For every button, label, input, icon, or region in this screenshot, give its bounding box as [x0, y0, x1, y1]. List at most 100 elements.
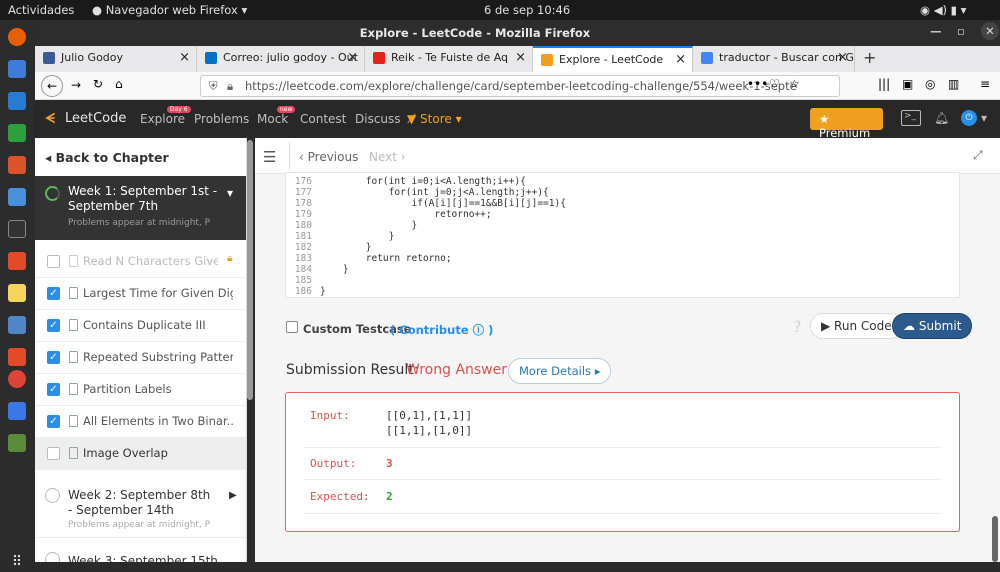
notification-bell-icon[interactable]: 🔔︎	[934, 111, 949, 125]
writer-icon[interactable]	[8, 92, 26, 110]
help-icon[interactable]: ❔	[790, 320, 804, 333]
sidebar-item-contains-duplicate[interactable]: ✓ Contains Duplicate III	[35, 310, 246, 342]
checkbox-checked[interactable]: ✓	[47, 351, 60, 364]
close-tab-icon[interactable]: ×	[837, 50, 848, 65]
nav-mock[interactable]: Mock	[257, 112, 288, 126]
code-line[interactable]: }	[320, 220, 418, 231]
home-icon[interactable]: ⌂	[115, 77, 123, 91]
checkbox[interactable]	[47, 255, 60, 268]
opera-icon[interactable]	[8, 348, 26, 366]
checkbox-checked[interactable]: ✓	[47, 287, 60, 300]
close-window-icon[interactable]: ✕	[981, 22, 999, 40]
impress-icon[interactable]	[8, 156, 26, 174]
code-line[interactable]: }	[320, 264, 349, 275]
activities-button[interactable]: Actividades	[8, 3, 74, 17]
more-details-button[interactable]: More Details ▸	[508, 358, 612, 384]
run-code-button[interactable]: ▶ Run Code	[810, 313, 903, 339]
maximize-icon[interactable]: ▫	[957, 24, 965, 38]
camera-icon[interactable]	[8, 188, 26, 206]
leetcode-brand[interactable]: LeetCode	[65, 111, 126, 126]
code-line[interactable]: for(int i=0;i<A.length;i++){	[320, 176, 526, 187]
page-actions-icon[interactable]: •••	[747, 77, 768, 91]
sidebar-toggle-icon[interactable]: ▣	[902, 77, 913, 91]
premium-button[interactable]: ★ Premium	[810, 108, 883, 140]
close-tab-icon[interactable]: ×	[347, 50, 358, 65]
account-icon[interactable]: ◎	[925, 77, 935, 91]
close-tab-icon[interactable]: ×	[179, 50, 190, 65]
hamburger-menu-icon[interactable]: ☰	[263, 148, 276, 166]
code-line[interactable]: }	[320, 286, 326, 297]
url-bar[interactable]: ⛨ 🔒︎ https://leetcode.com/explore/challe…	[200, 75, 840, 97]
sidebar-item-image-overlap[interactable]: Image Overlap	[35, 438, 246, 470]
back-to-chapter-link[interactable]: ◂ Back to Chapter	[45, 150, 169, 165]
fullscreen-icon[interactable]: ⤢	[973, 148, 983, 163]
tab-julio-godoy[interactable]: Julio Godoy ×	[35, 46, 197, 72]
week3-section[interactable]: Week 3: September 15th	[35, 540, 246, 562]
sidebar-scrollbar[interactable]	[247, 140, 253, 400]
code-line[interactable]: if(A[i][j]==1&&B[i][j]==1){	[320, 198, 566, 209]
bookmark-star-icon[interactable]: ☆	[789, 77, 800, 91]
collapse-chevron-icon[interactable]: ▾	[227, 186, 233, 200]
nav-contest[interactable]: Contest	[300, 112, 346, 126]
app-menu[interactable]: ● Navegador web Firefox ▾	[92, 3, 247, 17]
leetcode-logo-icon[interactable]: ᗕ	[45, 111, 55, 127]
tab-leetcode[interactable]: Explore - LeetCode ×	[533, 46, 693, 72]
sidebar-item-all-elements[interactable]: ✓ All Elements in Two Binar...	[35, 406, 246, 438]
nav-problems[interactable]: Problems	[194, 112, 249, 126]
chrome-icon[interactable]	[8, 370, 26, 388]
code-editor[interactable]: 176 for(int i=0;i<A.length;i++){177 for(…	[285, 172, 960, 298]
custom-testcase-checkbox[interactable]	[286, 321, 298, 333]
settings-icon[interactable]	[8, 316, 26, 334]
terminal-icon[interactable]	[8, 220, 26, 238]
library-icon[interactable]: |||	[878, 77, 890, 91]
checkbox-checked[interactable]: ✓	[47, 415, 60, 428]
code-line[interactable]: retorno++;	[320, 209, 491, 220]
code-line[interactable]: for(int j=0;j<A.length;j++){	[320, 187, 549, 198]
tab-correo[interactable]: Correo: julio godoy - Out ×	[197, 46, 365, 72]
week2-section[interactable]: Week 2: September 8th - September 14th P…	[35, 474, 246, 538]
nav-store[interactable]: ▼̸ Store ▾	[407, 112, 462, 126]
tab-traductor[interactable]: traductor - Buscar con Go ×	[693, 46, 855, 72]
user-menu-chevron-icon[interactable]: ▾	[981, 111, 987, 125]
nav-discuss[interactable]: Discuss	[355, 112, 401, 126]
user-avatar-icon[interactable]: ⏻	[961, 110, 977, 126]
playground-icon[interactable]: >_	[901, 110, 921, 126]
close-tab-icon[interactable]: ×	[515, 50, 526, 65]
reload-icon[interactable]: ↻	[93, 77, 103, 91]
apps-grid-icon[interactable]: ⠿	[8, 554, 26, 572]
next-button[interactable]: Next ›	[369, 150, 406, 164]
nav-explore[interactable]: Explore	[140, 112, 185, 126]
tools-icon[interactable]	[8, 434, 26, 452]
submit-button[interactable]: ☁ Submit	[892, 313, 973, 339]
code-line[interactable]: }	[320, 231, 395, 242]
notes-icon[interactable]	[8, 284, 26, 302]
week1-section[interactable]: Week 1: September 1st - September 7th Pr…	[35, 176, 246, 240]
pocket-icon[interactable]: ♡	[769, 77, 780, 91]
shield-icon[interactable]: ⛨	[209, 79, 218, 94]
sidebar-item-read-n-characters[interactable]: Read N Characters Given ...🔒︎	[35, 246, 246, 278]
mail-icon[interactable]	[8, 60, 26, 78]
menu-icon[interactable]: ≡	[980, 77, 990, 91]
checkbox-checked[interactable]: ✓	[47, 319, 60, 332]
checkbox[interactable]	[47, 447, 60, 460]
extension-icon[interactable]: ▥	[948, 77, 959, 91]
main-scrollbar[interactable]	[992, 516, 998, 562]
back-icon[interactable]: ←	[41, 75, 63, 97]
expand-chevron-icon[interactable]: ▶	[229, 490, 237, 501]
calc-icon[interactable]	[8, 124, 26, 142]
previous-button[interactable]: ‹ Previous	[299, 150, 358, 164]
sidebar-item-repeated-substring[interactable]: ✓ Repeated Substring Pattern	[35, 342, 246, 374]
close-tab-icon[interactable]: ×	[675, 52, 686, 67]
forward-icon[interactable]: →	[71, 78, 81, 92]
code-line[interactable]: return retorno;	[320, 253, 452, 264]
firefox-icon[interactable]	[8, 28, 26, 46]
code-line[interactable]: }	[320, 242, 372, 253]
software-icon[interactable]	[8, 252, 26, 270]
tab-reik[interactable]: Reik - Te Fuiste de Aq ×	[365, 46, 533, 72]
system-tray-icons[interactable]: ◉ ◀) ▮ ▾	[920, 3, 966, 17]
new-tab-icon[interactable]: +	[863, 48, 876, 67]
minimize-icon[interactable]: —	[930, 24, 942, 38]
sidebar-item-largest-time[interactable]: ✓Largest Time for Given Digits	[35, 278, 246, 310]
diamond-app-icon[interactable]	[8, 402, 26, 420]
contribute-link[interactable]: ( Contribute ⓘ )	[390, 322, 493, 338]
